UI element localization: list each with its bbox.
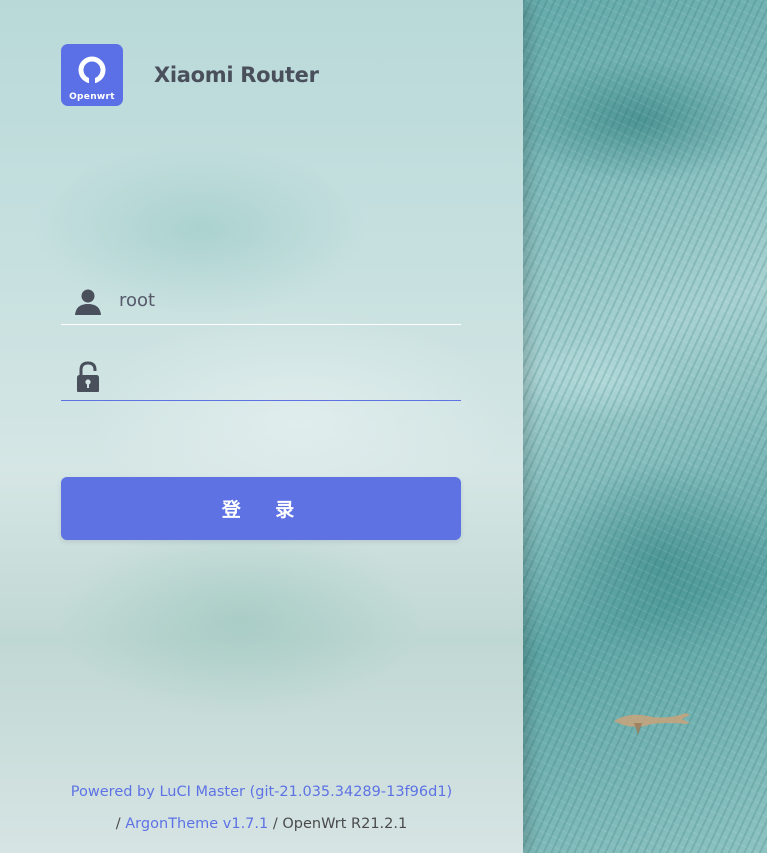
username-input[interactable] bbox=[119, 282, 449, 318]
footer-separator: / bbox=[272, 816, 278, 832]
user-icon bbox=[75, 289, 101, 315]
power-ring-icon bbox=[78, 56, 106, 86]
site-title: Xiaomi Router bbox=[154, 63, 319, 87]
password-input[interactable] bbox=[119, 358, 449, 394]
background-fish bbox=[614, 713, 690, 735]
footer: Powered by LuCI Master (git-21.035.34289… bbox=[0, 776, 523, 840]
openwrt-logo: Openwrt bbox=[61, 44, 123, 106]
password-field bbox=[61, 356, 461, 401]
username-field bbox=[61, 280, 461, 325]
theme-link[interactable]: ArgonTheme v1.7.1 bbox=[125, 816, 268, 832]
login-panel: Openwrt Xiaomi Router 登 录 Powered by LuC… bbox=[0, 0, 523, 853]
unlock-icon bbox=[77, 361, 99, 392]
brand: Openwrt Xiaomi Router bbox=[61, 44, 319, 106]
logo-text: Openwrt bbox=[69, 92, 115, 102]
powered-by-link[interactable]: Powered by LuCI Master (git-21.035.34289… bbox=[71, 784, 452, 800]
footer-line-2: / ArgonTheme v1.7.1 / OpenWrt R21.2.1 bbox=[0, 808, 523, 840]
os-version: OpenWrt R21.2.1 bbox=[282, 816, 408, 832]
login-button[interactable]: 登 录 bbox=[61, 477, 461, 540]
footer-separator: / bbox=[115, 816, 121, 832]
